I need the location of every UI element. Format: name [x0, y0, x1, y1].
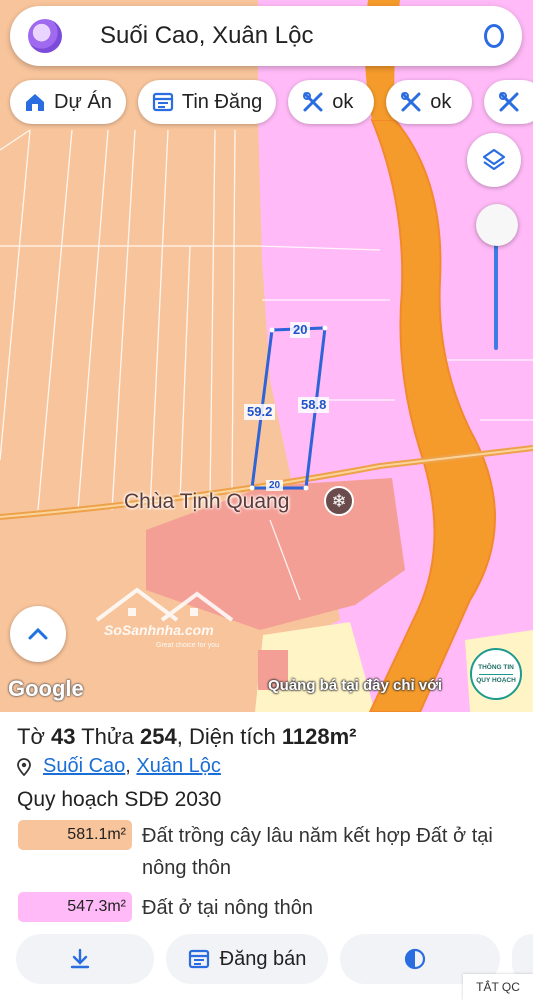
chip-partial[interactable] [484, 80, 533, 124]
tools-icon [498, 91, 520, 113]
app-logo-icon [28, 19, 62, 53]
expand-up-button[interactable] [10, 606, 66, 662]
badge-line-1: THÔNG TIN [478, 663, 514, 671]
download-icon [68, 947, 92, 971]
listing-icon [152, 91, 174, 113]
sheet-number: 43 [51, 724, 76, 749]
tools-icon [302, 91, 324, 113]
zone-description: Đất trồng cây lâu năm kết hợp Đất ở tại … [142, 825, 493, 879]
filter-chips: Dự Án Tin Đăng ok ok [10, 80, 533, 124]
zone-row[interactable]: 581.1m² Đất trồng cây lâu năm kết hợp Đấ… [18, 820, 512, 884]
contrast-icon [403, 947, 427, 971]
plot-number: 254 [139, 724, 177, 749]
house-icon [24, 91, 46, 113]
download-button[interactable] [16, 934, 154, 984]
location-pin-icon [17, 757, 35, 776]
title-comma: , [176, 724, 183, 749]
area-value: 1128m² [281, 724, 357, 749]
place-label-temple[interactable]: Chùa Tịnh Quang [124, 490, 289, 514]
watermark-brand: SoSanhnha.com [104, 622, 214, 638]
area-label: Diện tích [188, 724, 276, 749]
zone-area-badge: 547.3m² [18, 892, 132, 922]
action-bar: Đăng bán [16, 934, 533, 984]
chip-ok-1[interactable]: ok [288, 80, 375, 124]
search-input[interactable]: Suối Cao, Xuân Lộc [100, 22, 484, 50]
parcel-edge-right-label: 58.8 [298, 397, 330, 413]
parcel-edge-left-label: 59.2 [244, 404, 276, 420]
zone-description: Đất ở tại nông thôn [142, 897, 314, 919]
close-ad-button[interactable]: TẮT QC [463, 974, 533, 1000]
google-attribution: Google [8, 676, 84, 701]
watermark-slogan: Great choice for you [156, 642, 220, 649]
plot-label: Thửa [81, 724, 134, 749]
chip-label: Dự Án [54, 90, 112, 113]
search-bar[interactable]: Suối Cao, Xuân Lộc [10, 6, 522, 66]
district-link[interactable]: Xuân Lộc [136, 755, 221, 778]
temple-icon[interactable]: ❄ [324, 486, 354, 516]
parcel-info-panel: Tờ 43 Thửa 254, Diện tích 1128m² Suối Ca… [0, 712, 533, 1000]
chip-label: ok [430, 90, 452, 113]
parcel-location: Suối Cao , Xuân Lộc [17, 755, 221, 778]
parcel-title: Tờ 43 Thửa 254, Diện tích 1128m² [17, 724, 357, 750]
map-view[interactable]: 20 59.2 58.8 20 Chùa Tịnh Quang ❄ SoSanh… [0, 0, 533, 712]
zone-area-badge: 581.1m² [18, 820, 132, 850]
chip-tin-dang[interactable]: Tin Đăng [137, 80, 277, 124]
post-for-sale-button[interactable]: Đăng bán [166, 934, 328, 984]
sheet-label: Tờ [17, 724, 45, 749]
layers-icon [482, 148, 506, 171]
commune-link[interactable]: Suối Cao [43, 755, 125, 778]
chevron-up-icon [28, 627, 48, 640]
chip-label: Tin Đăng [181, 90, 263, 113]
parcel-edge-top-label: 20 [290, 322, 311, 338]
badge-line-2: QUY HOẠCH [476, 676, 516, 684]
chip-label: ok [332, 90, 354, 113]
location-separator: , [125, 755, 137, 777]
post-for-sale-label: Đăng bán [219, 947, 307, 970]
chip-du-an[interactable]: Dự Án [10, 80, 126, 124]
plan-title: Quy hoạch SDĐ 2030 [17, 788, 222, 811]
layers-button[interactable] [467, 133, 521, 187]
opacity-slider-knob[interactable] [476, 204, 518, 246]
lens-icon[interactable] [484, 24, 504, 48]
badge-divider [479, 673, 513, 675]
ad-banner-text[interactable]: Quảng bá tại đây chỉ với [268, 677, 442, 694]
calendar-icon [188, 948, 210, 970]
tools-icon [400, 91, 422, 113]
zone-row[interactable]: 547.3m² Đất ở tại nông thôn [18, 892, 512, 924]
planning-info-badge[interactable]: THÔNG TIN QUY HOẠCH [470, 648, 522, 700]
chip-ok-2[interactable]: ok [386, 80, 473, 124]
